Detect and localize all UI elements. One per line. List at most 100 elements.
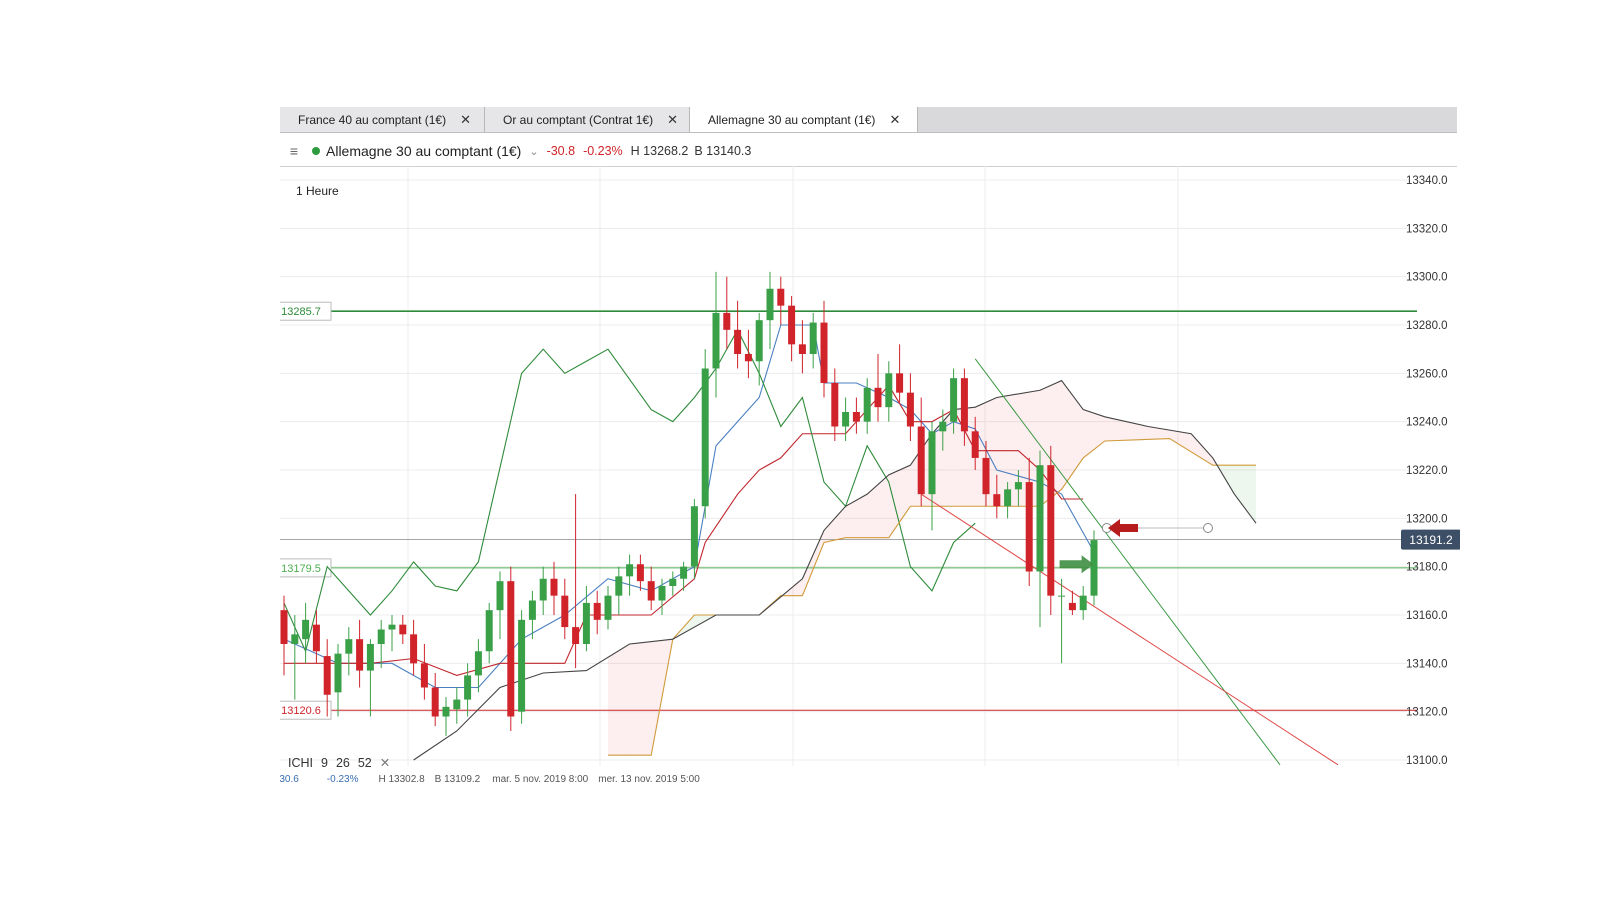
price-change: -30.8	[546, 144, 576, 158]
drawing-handle	[1203, 523, 1213, 533]
candle	[842, 397, 850, 441]
candle	[377, 619, 385, 669]
y-axis-tick-label: 13180.0	[1406, 562, 1448, 574]
candle	[820, 300, 828, 398]
red-arrow-icon	[1108, 519, 1138, 537]
indicator-label[interactable]: ICHI 9 26 52 ✕	[288, 756, 390, 770]
ichimoku-cloud-segment	[991, 397, 997, 507]
candle	[744, 329, 752, 379]
candle-body	[593, 602, 601, 620]
tab-label: Allemagne 30 au comptant (1€)	[708, 112, 876, 127]
instrument-name[interactable]: Allemagne 30 au comptant (1€)	[326, 143, 521, 159]
candle	[550, 561, 558, 615]
chart-canvas[interactable]: 13285.7 13179.5 13120.6 13340.0 13320.0 1330…	[270, 166, 1461, 785]
candle-body	[993, 494, 1001, 507]
tab-or[interactable]: Or au comptant (Contrat 1€) ✕	[485, 107, 690, 132]
candle	[755, 312, 763, 386]
ichimoku-cloud-segment	[1126, 421, 1132, 441]
y-axis-tick-label: 13260.0	[1406, 368, 1448, 380]
candle	[906, 373, 914, 441]
candle-body	[1036, 465, 1044, 572]
ichimoku-cloud-segment	[813, 542, 819, 570]
timeframe-label: 1 Heure	[296, 184, 339, 198]
ichimoku-cloud-segment	[1121, 420, 1127, 441]
session-high: H 13268.2	[630, 144, 689, 158]
close-icon[interactable]: ✕	[889, 112, 900, 128]
candle-body	[874, 387, 882, 408]
candle-body	[496, 581, 504, 611]
candle	[1047, 445, 1055, 615]
candle	[604, 586, 612, 630]
candle-body	[712, 312, 720, 369]
candle-body	[345, 639, 353, 654]
candle	[788, 296, 796, 362]
candle-body	[755, 320, 763, 362]
ichimoku-cloud-segment	[867, 489, 873, 538]
candle	[399, 615, 407, 644]
candle-body	[1058, 595, 1066, 597]
y-axis-tick-label: 13320.0	[1406, 223, 1448, 235]
ichimoku-cloud-segment	[1164, 429, 1170, 439]
candle	[636, 554, 644, 591]
ichimoku-cloud-segment	[1137, 424, 1143, 440]
ichimoku-cloud-segment	[629, 643, 635, 756]
candle-body	[507, 581, 515, 717]
candle	[809, 312, 817, 369]
ichimoku-cloud-segment	[937, 421, 943, 507]
candle-body	[690, 506, 698, 567]
candle	[291, 615, 299, 700]
y-axis-tick-label: 13240.0	[1406, 417, 1448, 429]
ichimoku-cloud-segment	[1115, 419, 1121, 441]
level-label-text: 13285.7	[281, 306, 321, 318]
candle	[658, 578, 666, 615]
ichimoku-cloud-segment	[613, 650, 619, 756]
close-icon[interactable]: ✕	[460, 112, 471, 128]
candle-body	[615, 576, 623, 596]
chevron-down-icon[interactable]: ⌄	[529, 145, 538, 158]
ichimoku-cloud-segment	[851, 500, 857, 538]
market-open-dot	[312, 147, 320, 155]
ichimoku-cloud-segment	[1104, 416, 1111, 441]
candle-body	[1047, 465, 1055, 596]
ichimoku-cloud-segment	[618, 647, 625, 756]
ichimoku-cloud-segment	[899, 467, 905, 522]
ichimoku-cloud-segment	[1094, 413, 1100, 450]
candle-body	[777, 288, 785, 306]
tab-france-40[interactable]: France 40 au comptant (1€) ✕	[280, 107, 485, 132]
candle-body	[939, 421, 947, 432]
ichimoku-cloud-segment	[807, 554, 814, 583]
candle	[669, 571, 677, 596]
candle-body	[982, 457, 990, 495]
ichimoku-cloud-segment	[1250, 465, 1256, 524]
candle-body	[302, 619, 310, 640]
candle	[1036, 450, 1044, 628]
candle-body	[474, 651, 482, 676]
menu-icon[interactable]: ≡	[280, 143, 308, 159]
close-icon[interactable]: ✕	[667, 112, 678, 128]
candle	[420, 644, 428, 700]
candle-body	[896, 373, 904, 393]
ichimoku-cloud-segment	[861, 494, 868, 538]
candle-body	[798, 344, 806, 354]
candle	[507, 566, 515, 731]
candle-body	[464, 675, 472, 700]
ichimoku-cloud-segment	[1072, 395, 1078, 474]
y-axis-tick-label: 13300.0	[1406, 272, 1448, 284]
candle	[777, 276, 785, 325]
candle-body	[820, 322, 828, 383]
candle	[582, 586, 590, 652]
ichimoku-cloud-segment	[1061, 380, 1067, 490]
candle	[572, 494, 580, 669]
tab-allemagne-30[interactable]: Allemagne 30 au comptant (1€) ✕	[690, 107, 918, 132]
candle	[917, 397, 925, 507]
price-chart[interactable]: 13285.7 13179.5 13120.6 13340.0 13320.0 1330…	[270, 166, 1461, 789]
candle-body	[863, 387, 871, 422]
ichimoku-cloud-segment	[640, 642, 646, 756]
instrument-header: ≡ Allemagne 30 au comptant (1€) ⌄ -30.8 …	[280, 136, 1457, 167]
ichimoku-cloud-segment	[1142, 425, 1148, 440]
level-label: 13285.7	[270, 301, 332, 321]
candle-body	[420, 663, 428, 688]
candle-body	[561, 595, 569, 628]
candle	[496, 571, 504, 640]
candle	[701, 349, 709, 519]
